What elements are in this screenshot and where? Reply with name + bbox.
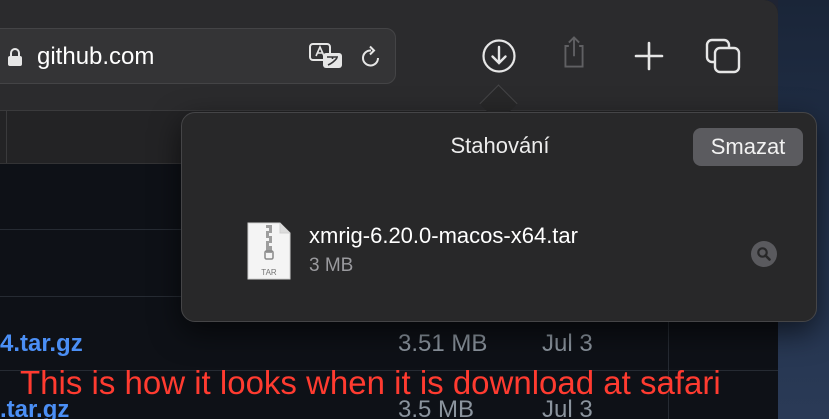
downloads-popover: Stahování Smazat TAR xmrig-6.20.0-macos-…	[181, 112, 817, 322]
clear-button[interactable]: Smazat	[693, 128, 803, 166]
plus-icon[interactable]	[631, 38, 667, 74]
tabs-icon[interactable]	[705, 38, 741, 74]
toolbar: github.com	[0, 0, 778, 111]
share-icon[interactable]	[556, 34, 592, 70]
url-text: github.com	[37, 43, 155, 70]
lock-icon	[8, 48, 22, 66]
translate-icon[interactable]	[309, 42, 343, 72]
magnifier-icon[interactable]	[750, 240, 778, 268]
release-asset-date: Jul 3	[542, 330, 593, 357]
tab-divider	[6, 111, 7, 163]
download-icon[interactable]	[481, 38, 517, 74]
file-archive-icon[interactable]: TAR	[246, 221, 292, 281]
download-file-name[interactable]: xmrig-6.20.0-macos-x64.tar	[309, 223, 578, 249]
annotation-text: This is how it looks when it is download…	[20, 364, 721, 401]
download-file-size: 3 MB	[309, 255, 354, 276]
file-type-label: TAR	[261, 268, 277, 277]
release-asset-link[interactable]: 4.tar.gz	[0, 330, 83, 358]
release-asset-size: 3.51 MB	[398, 330, 488, 357]
reload-icon[interactable]	[359, 45, 383, 69]
address-bar[interactable]: github.com	[0, 28, 396, 84]
